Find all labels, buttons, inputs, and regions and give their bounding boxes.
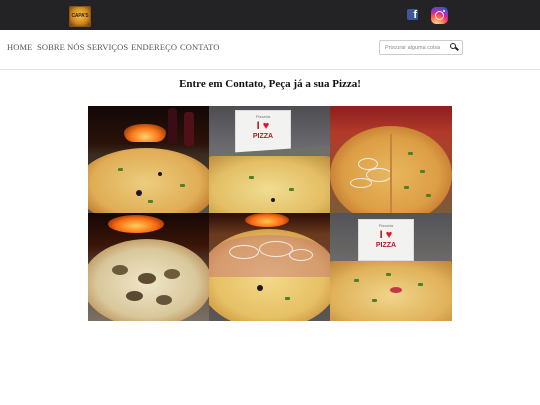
heart-icon: ♥ (385, 229, 393, 241)
brand-logo[interactable]: CAPA'S (69, 6, 91, 27)
pizzaria-sign: Pizzaria I ♥ PIZZA (358, 219, 414, 261)
pizza (209, 156, 330, 213)
brand-logo-text: CAPA'S (71, 13, 89, 19)
top-bar: CAPA'S f (0, 0, 540, 30)
instagram-icon[interactable] (431, 7, 448, 24)
nav-item-servicos[interactable]: SERVIÇOS (87, 42, 128, 52)
search-icon[interactable] (448, 42, 460, 53)
page-title: Entre em Contato, Peça já a sua Pizza! (179, 78, 361, 90)
pizza-photo-6: Pizzaria I ♥ PIZZA (330, 213, 452, 321)
pizza-photo-collage: Pizzaria I ♥ PIZZA Pizzaria I ♥ PIZZA (88, 106, 452, 321)
pizza-photo-2: Pizzaria I ♥ PIZZA (209, 106, 330, 213)
pizza-photo-5 (209, 213, 330, 321)
pizza (88, 148, 209, 213)
search-box (379, 40, 463, 55)
search-input[interactable] (380, 41, 448, 54)
pizza-photo-3 (330, 106, 452, 213)
facebook-icon[interactable]: f (407, 9, 418, 21)
pizzaria-sign: Pizzaria I ♥ PIZZA (235, 110, 291, 154)
nav-item-contato[interactable]: CONTATO (180, 42, 220, 52)
nav-item-sobre-nos[interactable]: SOBRE NÓS (37, 42, 84, 52)
heart-icon: ♥ (262, 120, 270, 132)
pizza-photo-1 (88, 106, 209, 213)
nav-bar: HOME SOBRE NÓS SERVIÇOS ENDEREÇO CONTATO (0, 30, 540, 70)
nav-item-endereco[interactable]: ENDEREÇO (131, 42, 177, 52)
nav-item-home[interactable]: HOME (7, 42, 32, 52)
pizza-photo-4 (88, 213, 209, 321)
